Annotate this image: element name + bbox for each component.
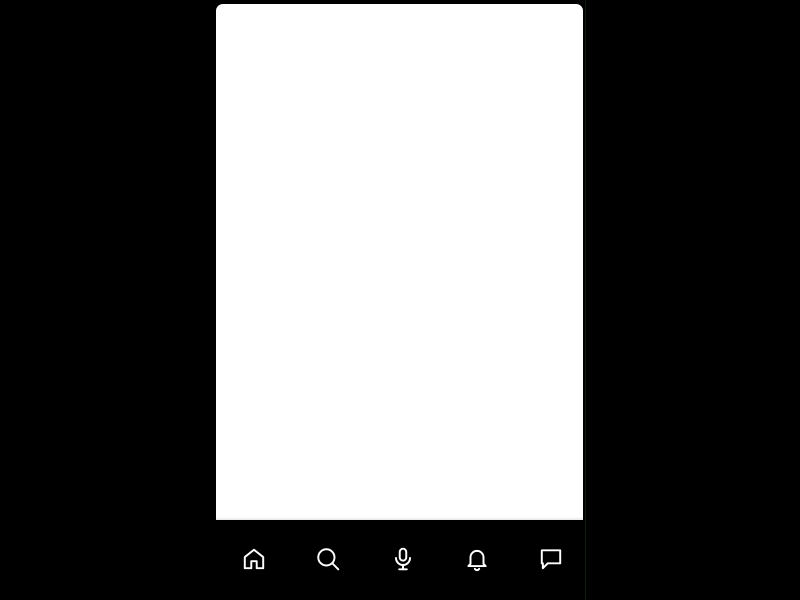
nav-microphone-button[interactable] xyxy=(389,545,417,573)
window-edge xyxy=(585,0,586,600)
phone-frame xyxy=(216,4,583,600)
nav-messages-button[interactable] xyxy=(537,545,565,573)
chat-icon xyxy=(540,548,562,569)
nav-notifications-button[interactable] xyxy=(463,545,491,573)
search-icon xyxy=(317,547,340,570)
content-area[interactable] xyxy=(216,4,583,520)
nav-search-button[interactable] xyxy=(314,545,342,573)
bottom-nav xyxy=(216,520,583,600)
nav-home-button[interactable] xyxy=(240,545,268,573)
home-icon xyxy=(243,548,265,569)
microphone-icon xyxy=(394,547,411,570)
screen xyxy=(0,0,800,600)
bell-icon xyxy=(467,549,487,571)
